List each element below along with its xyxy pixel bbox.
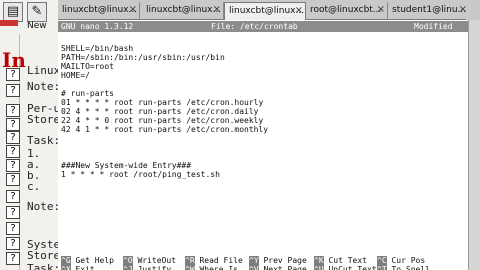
shortcut-read-file: ^R Read File <box>185 256 243 265</box>
document-line: Store <box>27 113 60 126</box>
terminal-tab[interactable]: linuxcbt@linux... × <box>224 2 306 20</box>
file-line: SHELL=/bin/bash <box>61 44 134 53</box>
terminal-tab[interactable]: student1@linu... × <box>388 2 470 20</box>
new-icon[interactable]: ✎ <box>27 2 47 22</box>
shortcut-key: ^R <box>185 256 195 265</box>
shortcut-next-page: ^V Next Page <box>249 265 307 270</box>
window-control[interactable] <box>466 0 480 20</box>
document-line: Note: <box>27 80 60 93</box>
shortcut-label: Next Page <box>263 265 307 270</box>
shortcut-label: Exit <box>75 265 95 270</box>
shortcut-justify: ^J Justify <box>123 265 171 270</box>
file-line: PATH=/sbin:/bin:/usr/sbin:/usr/bin <box>61 53 225 62</box>
tab-close-icon[interactable]: × <box>295 5 303 16</box>
shortcut-label: WriteOut <box>137 256 176 265</box>
tab-label: linuxcbt@linux... <box>146 5 222 15</box>
shortcut-label: To Spell <box>391 265 430 270</box>
help-checkbox-icon[interactable]: ? <box>6 237 20 250</box>
file-line: 42 4 1 * * root run-parts /etc/cron.mont… <box>61 125 269 134</box>
help-checkbox-icon[interactable]: ? <box>6 68 20 81</box>
shortcut-exit: ^X Exit <box>61 265 95 270</box>
shortcut-where-is: ^W Where Is <box>185 265 238 270</box>
shortcut-label: Read File <box>199 256 243 265</box>
tab-label: root@linuxcbt... <box>310 5 382 15</box>
help-checkbox-icon[interactable]: ? <box>6 206 20 219</box>
help-checkbox-icon[interactable]: ? <box>6 252 20 265</box>
help-checkbox-icon[interactable]: ? <box>6 222 20 235</box>
file-line: HOME=/ <box>61 71 90 80</box>
document-line: c. <box>27 180 41 193</box>
terminal-view[interactable]: GNU nano 1.3.12 File: /etc/crontab Modif… <box>58 20 468 270</box>
document-line: Task: <box>27 134 60 147</box>
shortcut-get-help: ^G Get Help <box>61 256 114 265</box>
file-line: ###New System-wide Entry### <box>61 161 192 170</box>
background-document-window: ▤ ✎ New In ????????????? Linux Note: Per-u S… <box>0 0 60 270</box>
terminal-tab[interactable]: linuxcbt@linux... × <box>58 2 140 20</box>
tab-label: linuxcbt@linux... <box>62 5 138 15</box>
tab-close-icon[interactable]: × <box>213 4 221 15</box>
shortcut-key: ^T <box>377 265 387 270</box>
help-checkbox-icon[interactable]: ? <box>6 145 20 158</box>
shortcut-label: Prev Page <box>263 256 307 265</box>
nano-filename: File: /etc/crontab <box>211 22 298 31</box>
document-line: Store <box>27 249 60 262</box>
shortcut-label: Where Is <box>199 265 238 270</box>
file-icon[interactable]: ▤ <box>3 2 23 22</box>
document-line: Note: <box>27 200 60 213</box>
tab-close-icon[interactable]: × <box>377 4 385 15</box>
help-checkbox-icon[interactable]: ? <box>6 190 20 203</box>
tab-label: linuxcbt@linux... <box>229 6 305 16</box>
shortcut-label: Cut Text <box>328 256 367 265</box>
shortcut-cur-pos: ^C Cur Pos <box>377 256 425 265</box>
shortcut-key: ^V <box>249 265 259 270</box>
help-checkbox-icon[interactable]: ? <box>6 104 20 117</box>
shortcut-cut-text: ^K Cut Text <box>314 256 367 265</box>
shortcut-key: ^U <box>314 265 324 270</box>
shortcut-prev-page: ^Y Prev Page <box>249 256 307 265</box>
toolbar-accent <box>0 20 18 26</box>
file-line: 1 * * * * root /root/ping_test.sh <box>61 170 220 179</box>
shortcut-label: UnCut Text <box>328 265 377 270</box>
file-line: 02 4 * * * root run-parts /etc/cron.dail… <box>61 107 259 116</box>
shortcut-key: ^Y <box>249 256 259 265</box>
shortcut-to-spell: ^T To Spell <box>377 265 430 270</box>
shortcut-key: ^W <box>185 265 195 270</box>
file-line: MAILTO=root <box>61 62 114 71</box>
tab-label: student1@linu... <box>392 5 467 15</box>
help-checkbox-icon[interactable]: ? <box>6 159 20 172</box>
shortcut-label: Get Help <box>75 256 114 265</box>
nano-status: Modified <box>414 22 453 31</box>
terminal-tab-bar: linuxcbt@linux... × linuxcbt@linux... × linu… <box>58 0 480 20</box>
document-line: Task: <box>27 262 60 270</box>
shortcut-label: Cur Pos <box>391 256 426 265</box>
file-line: 22 4 * * 0 root run-parts /etc/cron.week… <box>61 116 264 125</box>
shortcut-key: ^X <box>61 265 71 270</box>
terminal-scrollbar[interactable] <box>468 20 480 270</box>
shortcut-key: ^C <box>377 256 387 265</box>
tab-close-icon[interactable]: × <box>129 4 137 15</box>
shortcut-key: ^O <box>123 256 133 265</box>
help-checkbox-icon[interactable]: ? <box>6 118 20 131</box>
shortcut-uncut-text: ^U UnCut Text <box>314 265 377 270</box>
file-line: # run-parts <box>61 89 114 98</box>
help-checkbox-icon[interactable]: ? <box>6 173 20 186</box>
terminal-tab[interactable]: root@linuxcbt... × <box>306 2 388 20</box>
terminal-tab[interactable]: linuxcbt@linux... × <box>142 2 224 20</box>
file-line: 01 * * * * root run-parts /etc/cron.hour… <box>61 98 264 107</box>
shortcut-key: ^K <box>314 256 324 265</box>
help-checkbox-icon[interactable]: ? <box>6 84 20 97</box>
nano-version: GNU nano 1.3.12 <box>61 22 134 31</box>
new-button-label[interactable]: New <box>27 21 47 31</box>
help-checkbox-icon[interactable]: ? <box>6 131 20 144</box>
nano-title-bar: GNU nano 1.3.12 File: /etc/crontab Modif… <box>58 21 468 32</box>
shortcut-key: ^J <box>123 265 133 270</box>
document-line: Linux <box>27 64 60 77</box>
shortcut-label: Justify <box>137 265 172 270</box>
shortcut-key: ^G <box>61 256 71 265</box>
shortcut-writeout: ^O WriteOut <box>123 256 176 265</box>
